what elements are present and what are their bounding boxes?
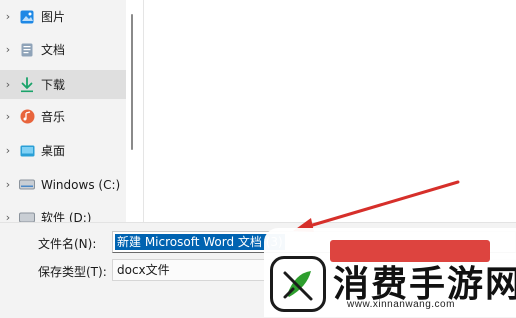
chevron-right-icon[interactable]: › xyxy=(3,178,13,191)
nav-label: 桌面 xyxy=(41,144,66,158)
documents-icon xyxy=(19,42,35,58)
chevron-right-icon[interactable]: › xyxy=(3,43,13,56)
pictures-icon xyxy=(19,9,35,25)
nav-label: 音乐 xyxy=(41,110,66,124)
file-list-pane[interactable] xyxy=(143,0,516,222)
desktop-icon xyxy=(19,143,35,159)
nav-scrollbar[interactable] xyxy=(131,14,133,150)
filename-selected-text[interactable]: 新建 Microsoft Word 文档 (3) xyxy=(115,234,285,250)
drive-icon xyxy=(19,177,35,193)
watermark-url: www.xinnanwang.com xyxy=(347,299,455,310)
navigation-pane: › 图片 › 文档 › 下载 › 音乐 › 桌面 › Windows (C:) … xyxy=(0,0,126,225)
nav-item-desktop[interactable]: › 桌面 xyxy=(0,136,126,165)
nav-item-pictures[interactable]: › 图片 xyxy=(0,2,126,31)
nav-item-music[interactable]: › 音乐 xyxy=(0,102,126,131)
filename-label: 文件名(N): xyxy=(38,237,97,251)
nav-label: Windows (C:) xyxy=(41,177,121,192)
nav-label: 图片 xyxy=(41,10,66,24)
chevron-right-icon[interactable]: › xyxy=(3,10,13,23)
nav-item-drive-c[interactable]: › Windows (C:) xyxy=(0,170,126,199)
nav-label: 下载 xyxy=(41,78,66,92)
watermark-logo-icon xyxy=(270,256,326,312)
filetype-label: 保存类型(T): xyxy=(38,265,107,279)
chevron-right-icon[interactable]: › xyxy=(3,144,13,157)
nav-label: 文档 xyxy=(41,43,66,57)
chevron-right-icon[interactable]: › xyxy=(3,110,13,123)
music-icon xyxy=(19,109,35,125)
nav-item-downloads[interactable]: › 下载 xyxy=(0,70,126,99)
download-icon xyxy=(19,76,35,93)
filetype-value: docx文件 xyxy=(117,263,170,277)
chevron-right-icon[interactable]: › xyxy=(3,78,13,91)
nav-item-documents[interactable]: › 文档 xyxy=(0,35,126,64)
